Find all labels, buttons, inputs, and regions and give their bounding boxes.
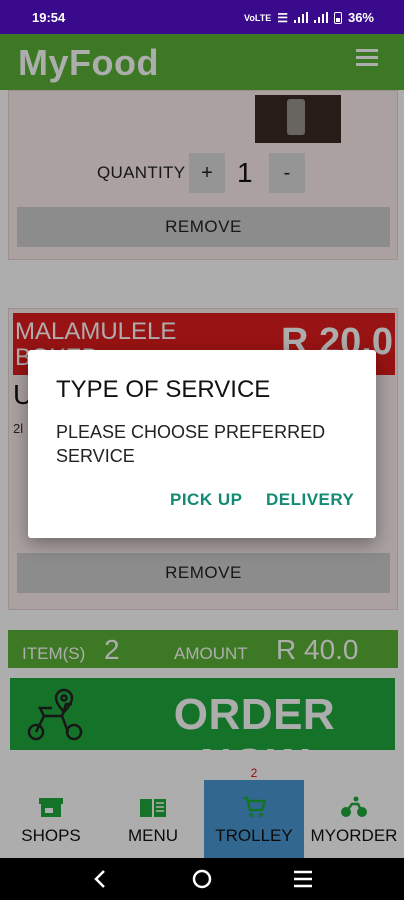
pick-up-button[interactable]: PICK UP — [170, 490, 242, 510]
status-time: 19:54 — [32, 10, 66, 25]
delivery-button[interactable]: DELIVERY — [266, 490, 354, 510]
status-bar: 19:54 VoLTE ☰ 36% — [0, 0, 404, 34]
recents-icon[interactable] — [293, 870, 313, 888]
back-icon[interactable] — [92, 869, 108, 889]
dialog-title: TYPE OF SERVICE — [56, 376, 271, 403]
service-type-dialog: TYPE OF SERVICE PLEASE CHOOSE PREFERRED … — [28, 350, 376, 538]
battery-icon — [333, 11, 342, 24]
screen: 19:54 VoLTE ☰ 36% MyFood QUANTITY + 1 - … — [0, 0, 404, 900]
wifi-icon: ☰ — [277, 10, 288, 25]
dialog-message: PLEASE CHOOSE PREFERRED SERVICE — [56, 422, 326, 466]
signal-icon — [313, 12, 328, 23]
volte-icon: VoLTE — [244, 12, 272, 23]
home-icon[interactable] — [192, 869, 212, 889]
signal-icon — [293, 12, 308, 23]
battery-level: 36% — [347, 10, 374, 25]
status-icons: VoLTE ☰ 36% — [244, 10, 374, 25]
system-navigation-bar — [0, 858, 404, 900]
